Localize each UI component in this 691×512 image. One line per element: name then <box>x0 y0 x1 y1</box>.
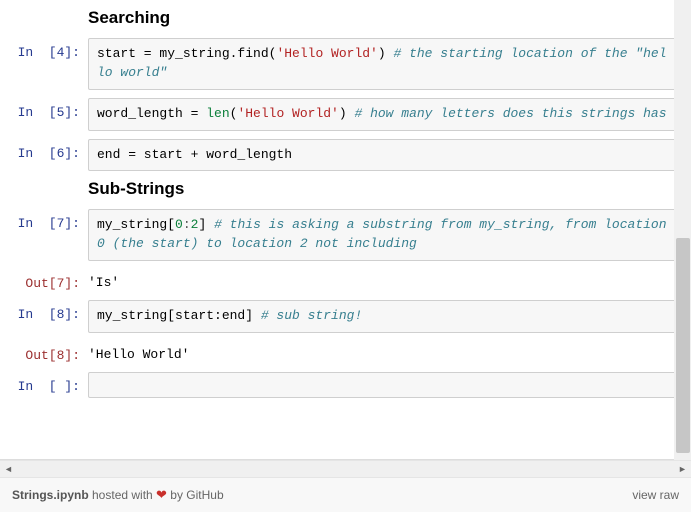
prompt-out-7: Out[7]: <box>10 269 88 291</box>
code-token: ) <box>339 106 355 121</box>
notebook-content: Searching In [4]: start = my_string.find… <box>0 8 689 416</box>
code-token: 0 <box>175 217 183 232</box>
cell-4: In [4]: start = my_string.find('Hello Wo… <box>10 38 679 90</box>
vertical-scrollbar[interactable] <box>674 0 691 460</box>
code-token: word_length = <box>97 106 206 121</box>
code-token: ) <box>378 46 394 61</box>
output-8: Out[8]: 'Hello World' <box>10 341 679 364</box>
prompt-in-blank: In [ ]: <box>10 372 88 394</box>
code-token: 'Hello World' <box>276 46 377 61</box>
code-token: ] <box>198 217 214 232</box>
prompt-in-4: In [4]: <box>10 38 88 60</box>
gist-meta-left: Strings.ipynb hosted with ❤ by GitHub <box>12 487 224 503</box>
vertical-scrollbar-thumb[interactable] <box>676 238 690 453</box>
cell-7: In [7]: my_string[0:2] # this is asking … <box>10 209 679 261</box>
output-text-7: 'Is' <box>88 269 679 292</box>
heading-searching: Searching <box>88 8 679 28</box>
code-token: len <box>206 106 229 121</box>
code-comment: # this is asking a substring from my_str… <box>214 217 666 232</box>
code-token: 'Hello World' <box>237 106 338 121</box>
scroll-left-arrow-icon[interactable]: ◄ <box>0 461 17 478</box>
github-link[interactable]: GitHub <box>186 488 223 502</box>
heart-icon: ❤ <box>156 487 167 502</box>
view-raw-link[interactable]: view raw <box>632 488 679 502</box>
code-comment: # how many letters does this strings has <box>354 106 666 121</box>
by-text: by <box>167 488 186 502</box>
code-token: my_string[start:end] <box>97 308 261 323</box>
horizontal-scrollbar[interactable]: ◄ ► <box>0 460 691 477</box>
prompt-in-8: In [8]: <box>10 300 88 322</box>
output-7: Out[7]: 'Is' <box>10 269 679 292</box>
prompt-out-8: Out[8]: <box>10 341 88 363</box>
code-comment: # sub string! <box>261 308 362 323</box>
prompt-in-7: In [7]: <box>10 209 88 231</box>
code-input-7[interactable]: my_string[0:2] # this is asking a substr… <box>88 209 679 261</box>
cell-5: In [5]: word_length = len('Hello World')… <box>10 98 679 131</box>
code-token: start = my_string.find( <box>97 46 276 61</box>
code-comment: lo world" <box>97 65 167 80</box>
prompt-in-6: In [6]: <box>10 139 88 161</box>
hosted-text: hosted with <box>89 488 156 502</box>
cell-6: In [6]: end = start + word_length <box>10 139 679 172</box>
filename-link[interactable]: Strings.ipynb <box>12 488 89 502</box>
gist-meta: Strings.ipynb hosted with ❤ by GitHub vi… <box>0 477 691 512</box>
cell-8: In [8]: my_string[start:end] # sub strin… <box>10 300 679 333</box>
prompt-in-5: In [5]: <box>10 98 88 120</box>
heading-substrings: Sub-Strings <box>88 179 679 199</box>
code-token: : <box>183 217 191 232</box>
code-token: end = start + word_length <box>97 147 292 162</box>
code-input-blank[interactable] <box>88 372 679 398</box>
code-comment: 0 (the start) to location 2 not includin… <box>97 236 417 251</box>
footer: ◄ ► Strings.ipynb hosted with ❤ by GitHu… <box>0 460 691 512</box>
code-input-4[interactable]: start = my_string.find('Hello World') # … <box>88 38 679 90</box>
notebook-viewport[interactable]: Searching In [4]: start = my_string.find… <box>0 0 691 460</box>
code-comment: # the starting location of the "hel <box>393 46 666 61</box>
cell-blank: In [ ]: <box>10 372 679 398</box>
code-input-5[interactable]: word_length = len('Hello World') # how m… <box>88 98 679 131</box>
code-input-6[interactable]: end = start + word_length <box>88 139 679 172</box>
code-input-8[interactable]: my_string[start:end] # sub string! <box>88 300 679 333</box>
output-text-8: 'Hello World' <box>88 341 679 364</box>
scroll-right-arrow-icon[interactable]: ► <box>674 461 691 478</box>
code-token: my_string[ <box>97 217 175 232</box>
